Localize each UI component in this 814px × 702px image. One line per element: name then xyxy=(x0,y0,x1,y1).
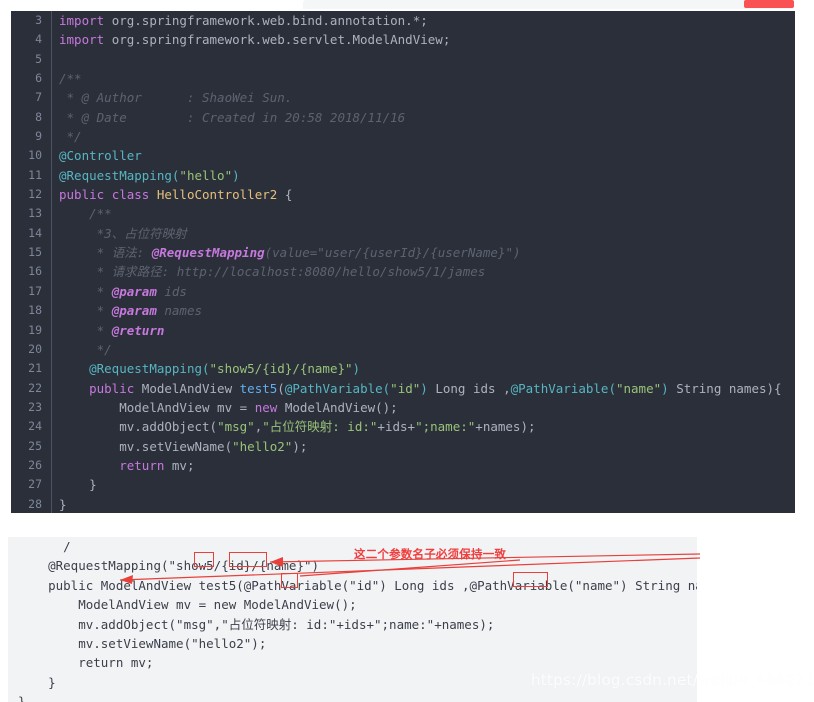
line-number: 4 xyxy=(35,32,42,47)
line-number: 19 xyxy=(28,322,42,337)
code-line: @RequestMapping("show5/{id}/{name}") xyxy=(18,558,320,574)
line-number: 22 xyxy=(28,380,42,395)
line-number: 24 xyxy=(28,419,42,434)
line-number: 27 xyxy=(28,477,42,492)
line-number-gutter: 3 4 5 6 7 8 9 10 11 12 13 14 15 16 17 18… xyxy=(11,11,52,513)
line-number: 7 xyxy=(35,90,42,105)
line-number: 5 xyxy=(35,51,42,66)
code-line: mv.setViewName("hello2"); xyxy=(18,635,267,651)
code-line: / xyxy=(18,539,71,554)
line-number: 14 xyxy=(28,225,42,240)
code-line: mv.addObject("msg","占位符映射: id:"+ids+";na… xyxy=(18,616,495,632)
line-number: 21 xyxy=(28,361,42,376)
code-line: } xyxy=(89,477,97,493)
code-line: return mv; xyxy=(119,457,195,473)
code-line: public class HelloController2 { xyxy=(59,187,293,203)
code-line: @Controller xyxy=(59,148,142,164)
line-number: 9 xyxy=(35,129,42,144)
line-number: 25 xyxy=(28,438,42,453)
line-number: 6 xyxy=(35,71,42,86)
code-line: /** xyxy=(59,206,112,222)
line-number: 26 xyxy=(28,457,42,472)
code-line: mv.addObject("msg","占位符映射: id:"+ids+";na… xyxy=(119,419,536,435)
line-number: 28 xyxy=(28,496,42,511)
code-line: * @param names xyxy=(59,303,202,319)
code-line: */ xyxy=(59,341,112,357)
code-line: * @return xyxy=(59,322,165,338)
code-line: @RequestMapping("show5/{id}/{name}") xyxy=(89,361,361,377)
code-line: *3、占位符映射 xyxy=(59,225,187,241)
line-number: 11 xyxy=(28,167,42,182)
dark-code-area[interactable]: import org.springframework.web.bind.anno… xyxy=(51,11,795,513)
previous-red-button[interactable] xyxy=(744,0,794,8)
code-line: public ModelAndView test5(@PathVariable(… xyxy=(89,380,782,396)
line-number: 8 xyxy=(35,109,42,124)
previous-block-remnant xyxy=(0,0,814,11)
code-line: mv.setViewName("hello2"); xyxy=(119,438,308,454)
code-line: * 语法: @RequestMapping(value="user/{userI… xyxy=(59,245,521,261)
code-line: ModelAndView mv = new ModelAndView(); xyxy=(18,597,357,613)
line-number: 15 xyxy=(28,245,42,260)
line-number: 23 xyxy=(28,399,42,414)
code-line: return mv; xyxy=(18,655,154,671)
line-number: 17 xyxy=(28,283,42,298)
code-line: /** xyxy=(59,71,82,87)
previous-code-toolbar xyxy=(303,0,793,9)
code-line: } xyxy=(18,694,26,702)
line-number: 13 xyxy=(28,206,42,221)
line-number: 18 xyxy=(28,303,42,318)
code-line: * @ Date : Created in 20:58 2018/11/16 xyxy=(59,109,406,125)
line-number: 16 xyxy=(28,264,42,279)
line-number: 12 xyxy=(28,187,42,202)
line-number: 3 xyxy=(35,13,42,27)
code-line: @RequestMapping("hello") xyxy=(59,167,240,183)
code-line: import org.springframework.web.servlet.M… xyxy=(59,32,451,48)
code-line: * @param ids xyxy=(59,283,187,299)
code-line: public ModelAndView test5(@PathVariable(… xyxy=(18,577,697,593)
code-line: */ xyxy=(59,129,82,145)
watermark: https://blog.csdn.net/weixin_46422151 xyxy=(531,671,814,689)
code-line: * 请求路径: http://localhost:8080/hello/show… xyxy=(59,264,486,280)
code-line: } xyxy=(59,496,67,512)
code-line: * @ Author : ShaoWei Sun. xyxy=(59,90,293,106)
dark-code-block: 3 4 5 6 7 8 9 10 11 12 13 14 15 16 17 18… xyxy=(11,11,795,513)
code-line: ModelAndView mv = new ModelAndView(); xyxy=(119,399,398,415)
line-number: 20 xyxy=(28,341,42,356)
line-number: 10 xyxy=(28,148,42,163)
code-line: import org.springframework.web.bind.anno… xyxy=(59,13,428,28)
